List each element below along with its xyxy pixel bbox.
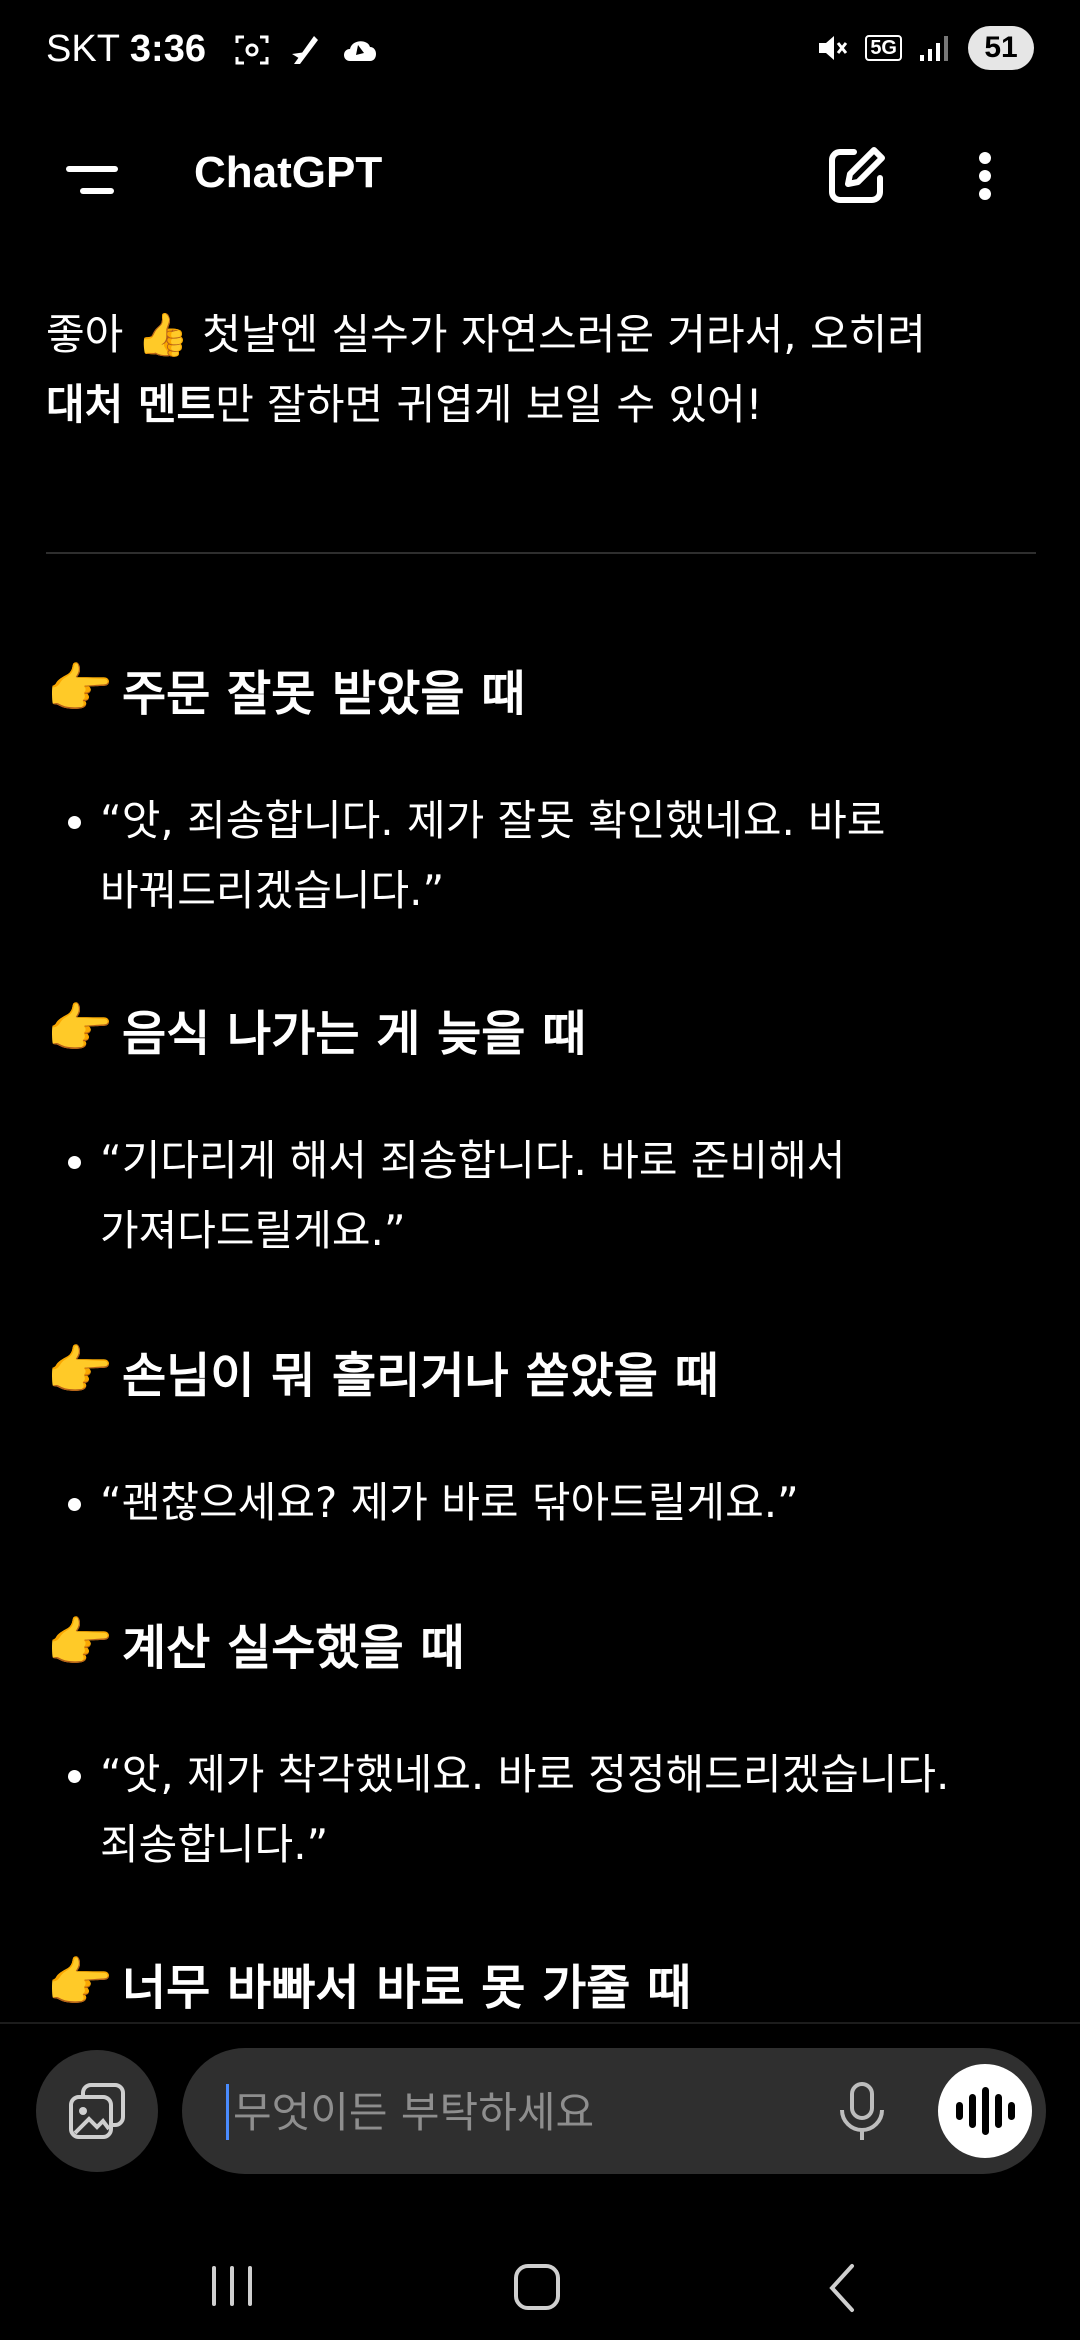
pointing-hand-icon: 👉 xyxy=(46,1339,114,1402)
section-heading: 👉 손님이 뭐 흘리거나 쏟았을 때 xyxy=(46,1336,1036,1406)
intro-line-2: 만 잘하면 귀엽게 보일 수 있어! xyxy=(215,380,763,429)
app-header: ChatGPT xyxy=(0,120,1080,230)
section-heading: 👉 너무 바빠서 바로 못 가줄 때 xyxy=(46,1948,1036,2018)
section-heading-text: 계산 실수했을 때 xyxy=(122,1620,465,1676)
app-notification-icon xyxy=(291,35,318,64)
list-item-line: “기다리게 해서 죄송합니다. 바로 준비해서 xyxy=(100,1136,846,1185)
assistant-message-intro: 좋아 👍 첫날엔 실수가 자연스러운 거라서, 오히려 대처 멘트만 잘하면 귀… xyxy=(46,300,1036,440)
network-badge: 5G xyxy=(865,35,902,61)
voice-mode-icon[interactable] xyxy=(938,2064,1032,2158)
list-item-line: “괜찮으세요? 제가 바로 닦아드릴게요.” xyxy=(100,1478,799,1527)
signal-icon xyxy=(920,36,948,61)
screenshot-icon xyxy=(235,35,269,64)
mic-icon[interactable] xyxy=(832,2080,892,2144)
list-item: “기다리게 해서 죄송합니다. 바로 준비해서 가져다드릴게요.” xyxy=(46,1126,1036,1266)
list-item-line: “앗, 제가 착각했네요. 바로 정정해드리겠습니다. xyxy=(100,1750,950,1799)
home-icon[interactable] xyxy=(514,2264,560,2310)
pointing-hand-icon: 👉 xyxy=(46,997,114,1060)
section-heading-text: 주문 잘못 받았을 때 xyxy=(122,666,526,722)
recents-icon[interactable] xyxy=(212,2266,252,2306)
pointing-hand-icon: 👉 xyxy=(46,1611,114,1674)
list-item-line: “앗, 죄송합니다. 제가 잘못 확인했네요. 바로 xyxy=(100,796,886,845)
section-billing-mistake: 👉 계산 실수했을 때 “앗, 제가 착각했네요. 바로 정정해드리겠습니다. … xyxy=(46,1608,1036,1880)
message-input-container xyxy=(182,2048,1046,2174)
list-item-line: 가져다드릴게요.” xyxy=(100,1206,406,1255)
section-heading-text: 너무 바빠서 바로 못 가줄 때 xyxy=(122,1960,692,2016)
new-chat-icon[interactable] xyxy=(826,144,888,206)
cloud-app-icon xyxy=(343,40,376,61)
list-item-line: 바꿔드리겠습니다.” xyxy=(100,866,445,915)
section-heading-text: 손님이 뭐 흘리거나 쏟았을 때 xyxy=(122,1348,719,1404)
app-title: ChatGPT xyxy=(194,148,383,197)
list-item-line: 죄송합니다.” xyxy=(100,1820,329,1869)
more-vertical-icon[interactable] xyxy=(960,146,1010,206)
clock: 3:36 xyxy=(129,28,206,70)
section-too-busy: 👉 너무 바빠서 바로 못 가줄 때 xyxy=(46,1948,1036,2018)
composer-area xyxy=(0,2024,1080,2220)
section-spill: 👉 손님이 뭐 흘리거나 쏟았을 때 “괜찮으세요? 제가 바로 닦아드릴게요.… xyxy=(46,1336,1036,1538)
intro-paragraph: 좋아 👍 첫날엔 실수가 자연스러운 거라서, 오히려 대처 멘트만 잘하면 귀… xyxy=(46,300,1036,440)
menu-icon[interactable] xyxy=(66,160,126,200)
intro-bold-text: 대처 멘트 xyxy=(46,380,216,429)
section-heading: 👉 계산 실수했을 때 xyxy=(46,1608,1036,1678)
image-attach-icon[interactable] xyxy=(36,2050,158,2172)
back-icon[interactable] xyxy=(822,2260,862,2316)
pointing-hand-icon: 👉 xyxy=(46,657,114,720)
list-item: “앗, 죄송합니다. 제가 잘못 확인했네요. 바로 바꿔드리겠습니다.” xyxy=(46,786,1036,926)
system-nav-bar xyxy=(0,2220,1080,2340)
divider xyxy=(46,552,1036,554)
list-item: “앗, 제가 착각했네요. 바로 정정해드리겠습니다. 죄송합니다.” xyxy=(46,1740,1036,1880)
pointing-hand-icon: 👉 xyxy=(46,1951,114,2014)
mute-icon xyxy=(819,36,848,60)
section-heading: 👉 음식 나가는 게 늦을 때 xyxy=(46,994,1036,1064)
status-bar: SKT 3:36 5G 51 xyxy=(0,0,1080,100)
section-heading: 👉 주문 잘못 받았을 때 xyxy=(46,654,1036,724)
section-late-food: 👉 음식 나가는 게 늦을 때 “기다리게 해서 죄송합니다. 바로 준비해서 … xyxy=(46,994,1036,1266)
message-input[interactable] xyxy=(226,2084,786,2140)
section-order-mistake: 👉 주문 잘못 받았을 때 “앗, 죄송합니다. 제가 잘못 확인했네요. 바로… xyxy=(46,654,1036,926)
list-item: “괜찮으세요? 제가 바로 닦아드릴게요.” xyxy=(46,1468,1036,1538)
section-heading-text: 음식 나가는 게 늦을 때 xyxy=(122,1006,587,1062)
battery-level: 51 xyxy=(968,26,1034,70)
intro-line-1: 좋아 👍 첫날엔 실수가 자연스러운 거라서, 오히려 xyxy=(46,310,926,359)
carrier-label: SKT xyxy=(46,28,120,70)
